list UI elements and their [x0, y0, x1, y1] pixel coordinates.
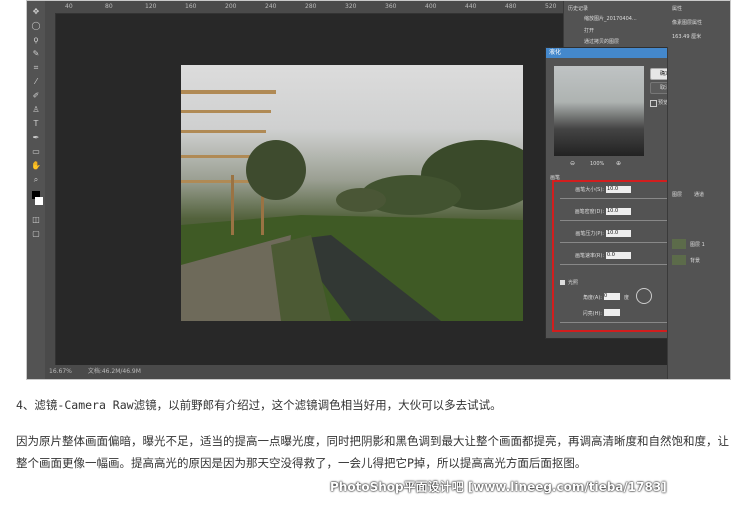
left-ruler: [45, 13, 56, 365]
slider-track[interactable]: [560, 242, 676, 243]
layers-tab[interactable]: 图层: [672, 191, 682, 198]
highlight-label: 闪亮(H):: [582, 311, 602, 317]
history-panel: 历史记录 缩放图片_20170404... 打开 通过拷贝的图层: [563, 1, 668, 47]
property-text: 像素图层属性: [672, 20, 703, 26]
properties-tab[interactable]: 属性: [672, 5, 682, 12]
marquee-tool-icon[interactable]: ◯: [30, 21, 42, 31]
hand-tool-icon[interactable]: ✋: [30, 161, 42, 171]
stamp-tool-icon[interactable]: ♙: [30, 105, 42, 115]
history-item[interactable]: 通过拷贝的图层: [584, 38, 619, 45]
slider-label: 画笔大小(S):: [575, 187, 604, 193]
slider-label: 画笔压力(P):: [575, 231, 604, 237]
move-tool-icon[interactable]: ✥: [30, 7, 42, 17]
zoom-level: 100%: [590, 161, 605, 167]
dialog-title: 液化: [549, 49, 562, 56]
status-doc-size: 文档:46.2M/46.9M: [87, 368, 141, 375]
ruler-tick: 360: [385, 3, 397, 10]
slider-track[interactable]: [560, 220, 676, 221]
zoom-out-icon[interactable]: ⊖: [570, 160, 575, 167]
slider-track[interactable]: [560, 198, 676, 199]
history-item[interactable]: 打开: [584, 27, 594, 34]
slider-label: 画笔速率(R):: [574, 253, 604, 259]
brush-tool-icon[interactable]: ✐: [30, 91, 42, 101]
layer-thumbnail: [672, 255, 686, 265]
ruler-tick: 440: [465, 3, 477, 10]
layer-name[interactable]: 图层 1: [690, 241, 705, 248]
status-bar: 16.67% 文档:46.2M/46.9M: [45, 365, 667, 379]
angle-label: 角度(A):: [582, 295, 602, 301]
angle-dial-icon[interactable]: [636, 288, 652, 304]
layer-name[interactable]: 背景: [690, 257, 700, 264]
preview-checkbox[interactable]: [650, 100, 657, 107]
crop-tool-icon[interactable]: ⌗: [30, 63, 42, 73]
eyedropper-icon[interactable]: ⁄: [30, 77, 42, 87]
ruler-tick: 160: [185, 3, 197, 10]
ruler-tick: 240: [265, 3, 277, 10]
layer-thumbnail: [672, 239, 686, 249]
photoshop-screenshot: ✥ ◯ ϙ ✎ ⌗ ⁄ ✐ ♙ T ✒ ▭ ✋ ⌕ ◫ ▢ 40 80 120 …: [26, 0, 731, 380]
zoom-in-icon[interactable]: ⊕: [616, 160, 621, 167]
ruler-tick: 80: [105, 3, 113, 10]
dialog-titlebar: 液化 ✕: [546, 48, 686, 58]
lasso-tool-icon[interactable]: ϙ: [30, 35, 42, 45]
light-label: 光照: [568, 280, 579, 286]
ruler-tick: 520: [545, 3, 557, 10]
background-color-icon[interactable]: [35, 197, 43, 205]
watermark: PhotoShop平面设计吧 [www.lineeg.com/tieba/178…: [330, 480, 667, 494]
right-panels: 属性 像素图层属性 163.49 厘米 图层 通道 图层 1 背景: [667, 1, 730, 379]
ruler-tick: 120: [145, 3, 157, 10]
ruler-tick: 480: [505, 3, 517, 10]
slider-value[interactable]: 10.0: [606, 230, 631, 237]
slider-row: 画笔大小(S): 10.0: [560, 186, 676, 206]
caption-body: 因为原片整体画面偏暗，曝光不足，适当的提高一点曝光度，同时把阴影和黑色调到最大让…: [16, 434, 729, 470]
ruler-tick: 280: [305, 3, 317, 10]
zoom-tool-icon[interactable]: ⌕: [30, 175, 42, 185]
tools-panel: ✥ ◯ ϙ ✎ ⌗ ⁄ ✐ ♙ T ✒ ▭ ✋ ⌕ ◫ ▢: [27, 1, 46, 379]
preview-thumbnail: [554, 66, 644, 156]
liquify-filter-dialog: 液化 ✕ 确定 取消 预览(P) ⊖ 100% ⊕ 画笔 画笔大小(S): 10…: [545, 47, 687, 339]
channels-tab[interactable]: 通道: [694, 191, 704, 198]
ruler-tick: 40: [65, 3, 73, 10]
slider-value[interactable]: 0.0: [606, 252, 631, 259]
history-item[interactable]: 缩放图片_20170404...: [584, 15, 637, 22]
ruler-tick: 400: [425, 3, 437, 10]
highlight-slider[interactable]: [560, 322, 676, 323]
status-zoom: 16.67%: [49, 368, 72, 375]
light-checkbox[interactable]: [560, 280, 565, 285]
quick-select-icon[interactable]: ✎: [30, 49, 42, 59]
angle-unit: 度: [624, 295, 630, 301]
property-text: 163.49 厘米: [672, 34, 702, 40]
highlight-value[interactable]: [604, 309, 620, 316]
caption-heading: 4、滤镜-Camera Raw滤镜，以前野郎有介绍过，这个滤镜调色相当好用，大伙…: [16, 398, 502, 412]
slider-track[interactable]: [560, 264, 676, 265]
angle-value[interactable]: 0: [604, 293, 620, 300]
slider-row: 画笔速率(R): 0.0: [560, 252, 676, 272]
landscape-image: [181, 90, 523, 321]
slider-label: 画笔密度(D):: [574, 209, 604, 215]
ruler-tick: 200: [225, 3, 237, 10]
slider-row: 画笔压力(P): 10.0: [560, 230, 676, 250]
slider-value[interactable]: 10.0: [606, 208, 631, 215]
shape-tool-icon[interactable]: ▭: [30, 147, 42, 157]
pen-tool-icon[interactable]: ✒: [30, 133, 42, 143]
document-photo[interactable]: [181, 65, 523, 321]
screen-mode-icon[interactable]: ▢: [30, 229, 42, 239]
text-tool-icon[interactable]: T: [30, 119, 42, 129]
history-title: 历史记录: [568, 6, 589, 12]
slider-value[interactable]: 10.0: [606, 186, 631, 193]
slider-row: 画笔密度(D): 10.0: [560, 208, 676, 228]
quick-mask-icon[interactable]: ◫: [30, 215, 42, 225]
ruler-tick: 320: [345, 3, 357, 10]
